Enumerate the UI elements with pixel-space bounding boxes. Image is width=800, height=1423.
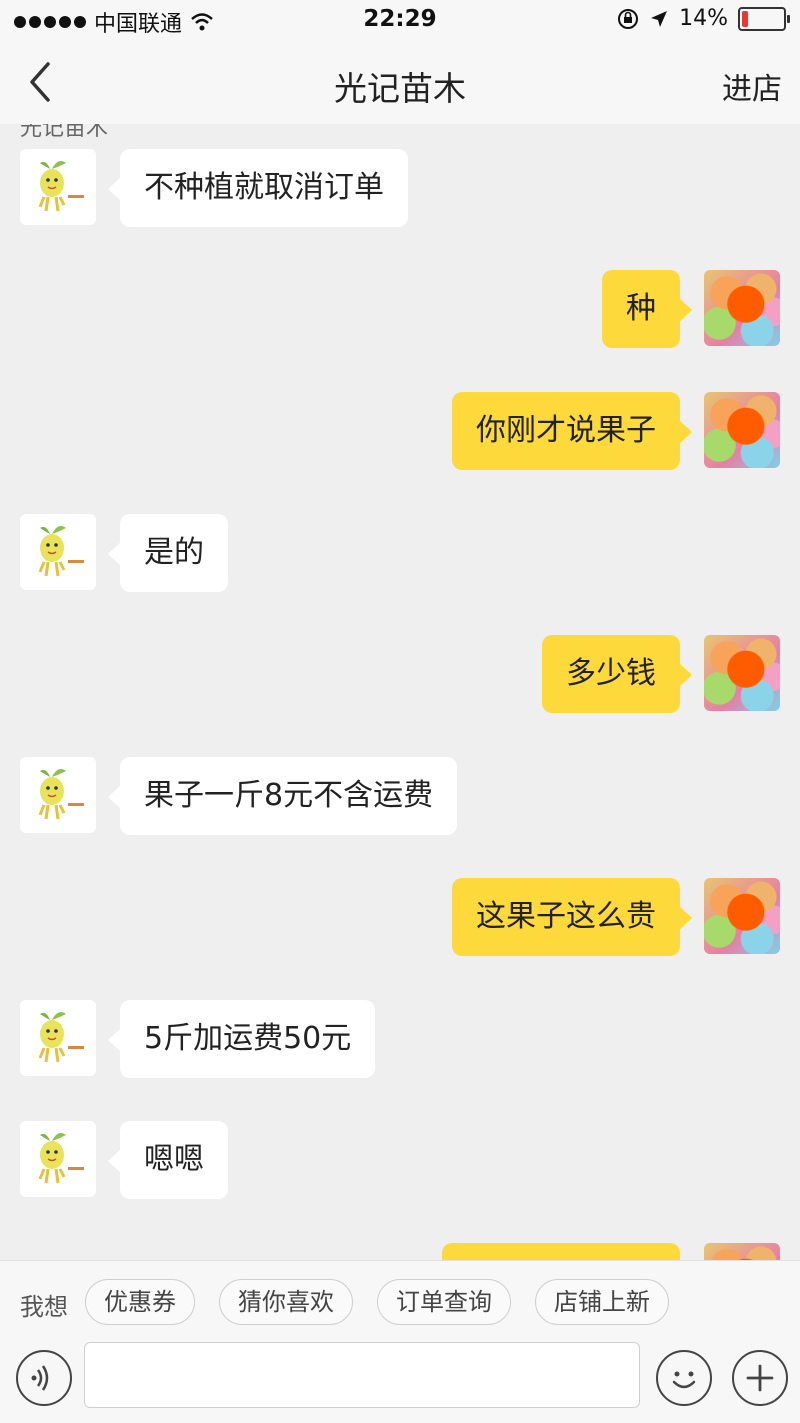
sender-name: 光记苗木 [20, 124, 109, 141]
enter-store-button[interactable]: 进店 [722, 64, 782, 108]
message-bubble-outgoing[interactable]: 你刚才说果子 [452, 392, 692, 470]
mascot-icon [38, 769, 84, 820]
chip-new-arrivals[interactable]: 店铺上新 [535, 1279, 669, 1325]
message-bubble-incoming[interactable]: 不种植就取消订单 [108, 149, 408, 227]
message-bubble-outgoing[interactable]: 多少钱 [542, 635, 692, 713]
chat-area[interactable]: 光记苗木 不种植就取消订单 种 你刚才说果子 是的 多少钱 果子一斤8元不含运费… [0, 124, 800, 1260]
location-arrow-icon [651, 10, 668, 27]
mascot-icon [38, 161, 84, 212]
message-bubble-incoming[interactable]: 5斤加运费50元 [107, 1000, 376, 1078]
plus-icon [746, 1364, 774, 1392]
user-avatar[interactable] [704, 878, 780, 954]
voice-button[interactable] [16, 1350, 72, 1406]
status-right: 14% [617, 6, 790, 31]
input-bar [0, 1342, 800, 1423]
message-bubble-incoming[interactable]: 是的 [108, 514, 228, 592]
user-avatar[interactable] [704, 392, 780, 468]
emoji-button[interactable] [656, 1350, 712, 1406]
status-bar: 中国联通 22:29 14% [0, 0, 800, 40]
page-title: 光记苗木 [334, 69, 466, 108]
chip-coupon[interactable]: 优惠券 [85, 1279, 195, 1325]
user-avatar[interactable] [704, 270, 780, 346]
message-bubble-outgoing[interactable]: 这果子这么贵 [452, 878, 692, 956]
rotation-lock-icon [618, 8, 639, 29]
message-bubble-incoming[interactable]: 嗯嗯 [108, 1121, 228, 1199]
battery-level-fill [742, 10, 748, 27]
battery-icon [738, 6, 790, 31]
voice-icon [31, 1365, 49, 1391]
shop-avatar[interactable] [20, 149, 96, 225]
shop-avatar[interactable] [20, 757, 96, 833]
quick-label: 我想 [20, 1293, 68, 1321]
mascot-icon [38, 526, 84, 577]
shop-avatar[interactable] [20, 514, 96, 590]
mascot-icon [38, 1133, 84, 1184]
message-bubble-outgoing[interactable] [442, 1243, 680, 1260]
message-input[interactable] [84, 1342, 640, 1408]
battery-percent: 14% [679, 6, 728, 31]
more-button[interactable] [732, 1350, 788, 1406]
chip-order-query[interactable]: 订单查询 [377, 1279, 511, 1325]
quick-reply-bar: 我想 优惠券 猜你喜欢 订单查询 店铺上新 [0, 1260, 800, 1343]
mascot-icon [38, 1012, 84, 1063]
nav-bar: 光记苗木 进店 [0, 40, 800, 124]
message-bubble-outgoing[interactable]: 种 [602, 270, 692, 348]
user-avatar[interactable] [704, 1243, 780, 1260]
shop-avatar[interactable] [20, 1121, 96, 1197]
emoji-icon [672, 1371, 696, 1389]
shop-avatar[interactable] [20, 1000, 96, 1076]
message-bubble-incoming[interactable]: 果子一斤8元不含运费 [107, 757, 458, 835]
chip-recommend[interactable]: 猜你喜欢 [219, 1279, 353, 1325]
user-avatar[interactable] [704, 635, 780, 711]
quick-chips: 优惠券 猜你喜欢 订单查询 店铺上新 [85, 1279, 669, 1325]
